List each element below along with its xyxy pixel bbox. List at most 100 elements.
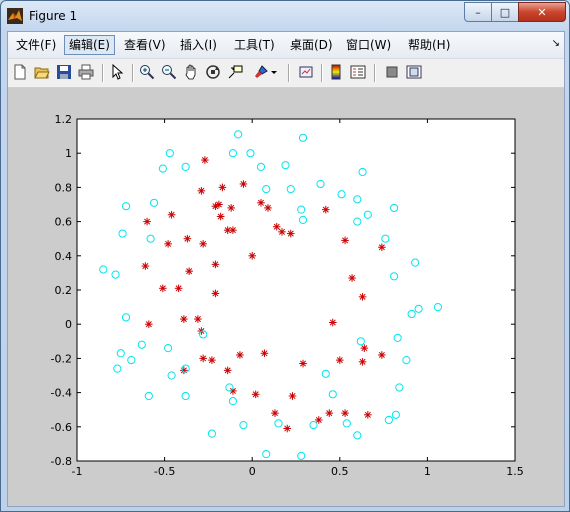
brush-dropdown-icon[interactable] <box>270 64 278 80</box>
pan-hand-icon[interactable] <box>183 64 199 80</box>
zoom-in-icon[interactable] <box>139 64 155 80</box>
positive-point-marker <box>360 344 369 352</box>
positive-point-marker <box>271 409 279 417</box>
menu-desktop[interactable]: 桌面(D) <box>286 36 337 54</box>
positive-point-marker <box>174 284 183 293</box>
positive-point-marker <box>145 320 153 328</box>
figure-toolbar <box>8 59 564 88</box>
insert-legend-icon[interactable] <box>350 64 366 80</box>
positive-point-marker <box>278 228 286 236</box>
positive-point-marker <box>218 183 227 192</box>
matlab-logo-icon <box>7 8 23 24</box>
zoom-out-icon[interactable] <box>161 64 177 80</box>
positive-point-marker <box>358 358 367 366</box>
positive-point-marker <box>248 252 256 260</box>
positive-point-marker <box>378 243 386 252</box>
y-tick-label: 0.8 <box>55 181 73 194</box>
print-icon[interactable] <box>78 64 94 80</box>
toolbar-separator <box>374 64 376 82</box>
positive-point-marker <box>229 226 237 234</box>
toolbar-separator <box>132 64 134 82</box>
figure-window: Figure 1 – □ ✕ 文件(F) 编辑(E) 查看(V) 插入(I) 工… <box>0 0 570 512</box>
positive-point-marker <box>341 236 349 245</box>
positive-point-marker <box>141 262 150 270</box>
figure-canvas[interactable]: -1 -0.5 0 0.5 1 1.5 -0.8 -0.6 -0.4 -0.2 0 0.2 0.4 0.6… <box>8 88 564 506</box>
positive-point-marker <box>286 229 295 238</box>
positive-point-marker <box>211 260 220 269</box>
toolbar-separator <box>102 64 104 82</box>
positive-point-marker <box>164 240 172 248</box>
positive-point-marker <box>236 351 244 359</box>
menu-window[interactable]: 窗口(W) <box>342 36 395 54</box>
menu-bar: 文件(F) 编辑(E) 查看(V) 插入(I) 工具(T) 桌面(D) 窗口(W… <box>8 32 564 59</box>
menu-help[interactable]: 帮助(H) <box>404 36 454 54</box>
y-tick-label: 0.4 <box>55 250 73 263</box>
y-tick-label: 0 <box>65 318 72 331</box>
y-tick-label: 1.2 <box>55 113 73 126</box>
positive-point-marker <box>199 240 207 248</box>
positive-point-marker <box>260 349 269 358</box>
positive-point-marker <box>288 392 297 400</box>
y-tick-label: -0.4 <box>51 387 72 400</box>
menu-insert[interactable]: 插入(I) <box>176 36 221 54</box>
y-tick-label: 1 <box>65 147 72 160</box>
minimize-icon: – <box>475 5 481 19</box>
positive-point-marker <box>378 351 386 359</box>
window-title: Figure 1 <box>29 9 78 23</box>
close-button[interactable]: ✕ <box>518 2 566 22</box>
close-icon: ✕ <box>537 5 547 19</box>
client-area: 文件(F) 编辑(E) 查看(V) 插入(I) 工具(T) 桌面(D) 窗口(W… <box>7 31 565 507</box>
positive-point-marker <box>215 200 223 209</box>
positive-point-marker <box>358 293 367 301</box>
positive-point-marker <box>143 217 151 226</box>
new-figure-icon[interactable] <box>12 64 28 80</box>
menu-file[interactable]: 文件(F) <box>12 36 60 54</box>
toolbar-separator <box>321 64 323 82</box>
save-icon[interactable] <box>56 64 72 80</box>
positive-point-marker <box>299 359 307 368</box>
edit-plot-arrow-icon[interactable] <box>109 64 125 80</box>
maximize-icon: □ <box>499 5 511 19</box>
positive-point-marker <box>283 424 292 433</box>
x-tick-label: -0.5 <box>154 465 175 478</box>
scatter-plot[interactable]: -1 -0.5 0 0.5 1 1.5 -0.8 -0.6 -0.4 -0.2 0 0.2 0.4 0.6… <box>8 88 564 506</box>
y-tick-label: -0.2 <box>51 352 72 365</box>
positive-point-marker <box>185 267 193 275</box>
data-cursor-icon[interactable] <box>227 64 243 80</box>
x-tick-label: 0 <box>249 465 256 478</box>
toolbar-separator <box>288 64 290 82</box>
menu-overflow-icon[interactable]: ↘ <box>552 38 560 49</box>
maximize-button[interactable]: □ <box>491 2 519 22</box>
positive-point-marker <box>183 234 192 243</box>
x-tick-label: 1 <box>424 465 431 478</box>
positive-point-marker <box>180 366 188 375</box>
link-plot-icon[interactable] <box>298 64 314 80</box>
open-file-icon[interactable] <box>34 64 50 80</box>
minimize-button[interactable]: – <box>464 2 492 22</box>
y-tick-label: -0.8 <box>51 455 72 468</box>
rotate-3d-icon[interactable] <box>205 64 221 80</box>
positive-point-marker <box>325 409 334 417</box>
x-tick-label: 0.5 <box>331 465 349 478</box>
y-tick-label: 0.2 <box>55 284 73 297</box>
hide-plot-tools-icon[interactable] <box>384 64 400 80</box>
x-tick-label: -1 <box>72 465 83 478</box>
menu-view[interactable]: 查看(V) <box>120 36 170 54</box>
positive-point-marker <box>321 205 330 214</box>
insert-colorbar-icon[interactable] <box>328 64 344 80</box>
positive-point-marker <box>348 274 356 282</box>
positive-point-marker <box>364 411 372 419</box>
y-tick-label: 0.6 <box>55 216 73 229</box>
brush-icon[interactable] <box>253 64 269 80</box>
menu-edit[interactable]: 编辑(E) <box>64 35 115 55</box>
positive-point-marker <box>211 289 220 298</box>
positive-point-marker <box>223 366 232 375</box>
title-bar[interactable]: Figure 1 – □ ✕ <box>1 1 569 31</box>
positive-point-marker <box>216 212 225 221</box>
positive-point-marker <box>336 356 344 364</box>
menu-tools[interactable]: 工具(T) <box>230 36 279 54</box>
y-tick-label: -0.6 <box>51 421 72 434</box>
positive-point-marker <box>341 409 349 417</box>
positive-point-marker <box>208 356 216 364</box>
show-plot-tools-icon[interactable] <box>406 64 422 80</box>
